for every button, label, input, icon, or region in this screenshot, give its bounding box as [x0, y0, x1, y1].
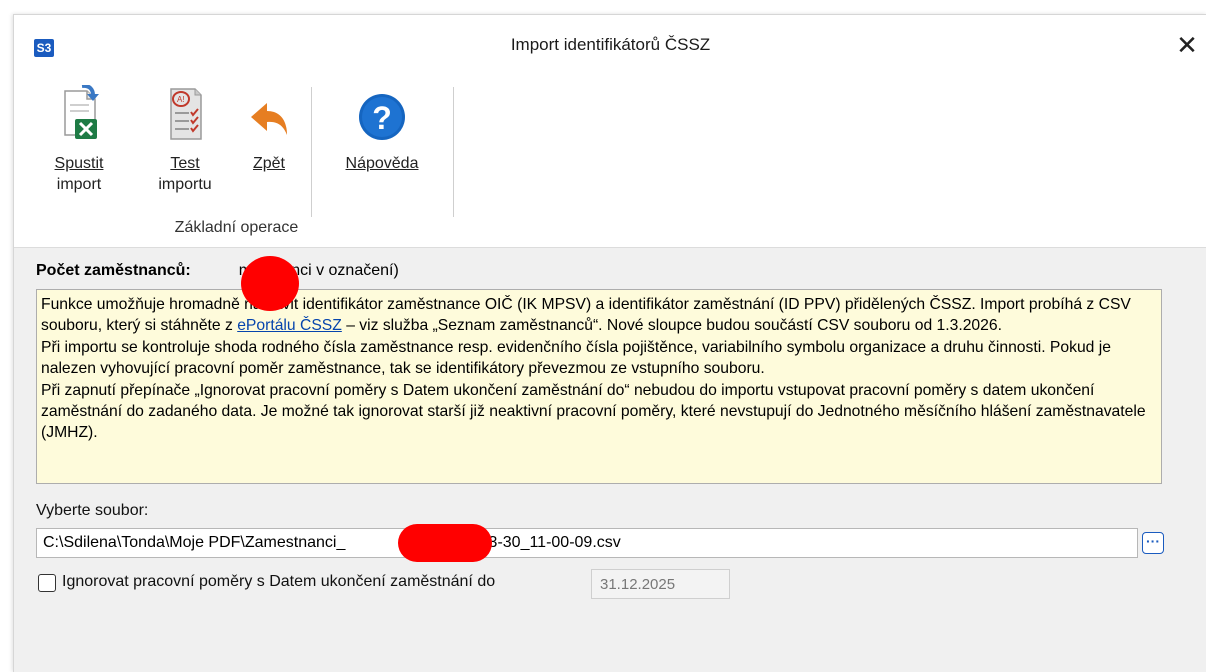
undo-arrow-icon	[241, 85, 297, 145]
info-paragraph-1: Funkce umožňuje hromadně nastavit identi…	[41, 294, 1157, 337]
browse-file-button[interactable]: ···	[1142, 532, 1164, 554]
window-title: Import identifikátorů ČSSZ	[510, 35, 711, 54]
info-panel: Funkce umožňuje hromadně nastavit identi…	[36, 289, 1162, 484]
test-import-label-2: importu	[158, 176, 212, 193]
svg-text:?: ?	[372, 100, 392, 136]
help-label: Nápověda	[345, 155, 419, 172]
test-import-button[interactable]: A! Test importu	[146, 85, 224, 195]
employee-count-label: Počet zaměstnanců:	[36, 262, 191, 279]
eportal-link[interactable]: ePortálu ČSSZ	[237, 317, 342, 334]
run-import-label-1: Spustit	[54, 155, 104, 172]
ribbon-separator	[311, 87, 312, 217]
ribbon-toolbar: Spustit import A! Test importu Zpět ? Ná…	[14, 79, 1206, 248]
import-dialog: S3 Import identifikátorů ČSSZ ✕ Spustit …	[13, 14, 1206, 672]
file-path-input[interactable]	[36, 528, 1138, 558]
ribbon-group-label: Základní operace	[174, 219, 299, 236]
end-date-input[interactable]	[591, 569, 730, 599]
redaction-mark	[241, 256, 299, 311]
run-import-button[interactable]: Spustit import	[34, 83, 124, 195]
help-icon: ?	[354, 85, 410, 145]
excel-import-icon	[51, 83, 107, 145]
run-import-label-2: import	[56, 176, 102, 193]
back-label: Zpět	[252, 155, 285, 172]
help-button[interactable]: ? Nápověda	[326, 85, 438, 174]
info-paragraph-2: Při importu se kontroluje shoda rodného …	[41, 338, 1111, 378]
info-paragraph-3: Při zapnutí přepínače „Ignorovat pracovn…	[41, 381, 1146, 442]
ignore-checkbox-label[interactable]: Ignorovat pracovní poměry s Datem ukonče…	[62, 573, 495, 591]
svg-text:A!: A!	[177, 95, 185, 104]
ribbon-separator	[453, 87, 454, 217]
file-label: Vyberte soubor:	[36, 502, 149, 519]
ignore-checkbox[interactable]	[38, 574, 56, 592]
redaction-mark	[398, 524, 492, 562]
close-button[interactable]: ✕	[1167, 29, 1206, 61]
title-bar: S3 Import identifikátorů ČSSZ ✕	[14, 15, 1206, 79]
info-text: – viz služba „Seznam zaměstnanců“. Nové …	[341, 317, 1002, 335]
back-button[interactable]: Zpět	[236, 85, 302, 174]
dialog-body: Počet zaměstnanců: městnanci v označení) …	[14, 248, 1206, 672]
employee-count: Počet zaměstnanců: městnanci v označení)	[36, 262, 399, 280]
test-import-label-1: Test	[170, 155, 200, 172]
checklist-icon: A!	[157, 85, 213, 145]
